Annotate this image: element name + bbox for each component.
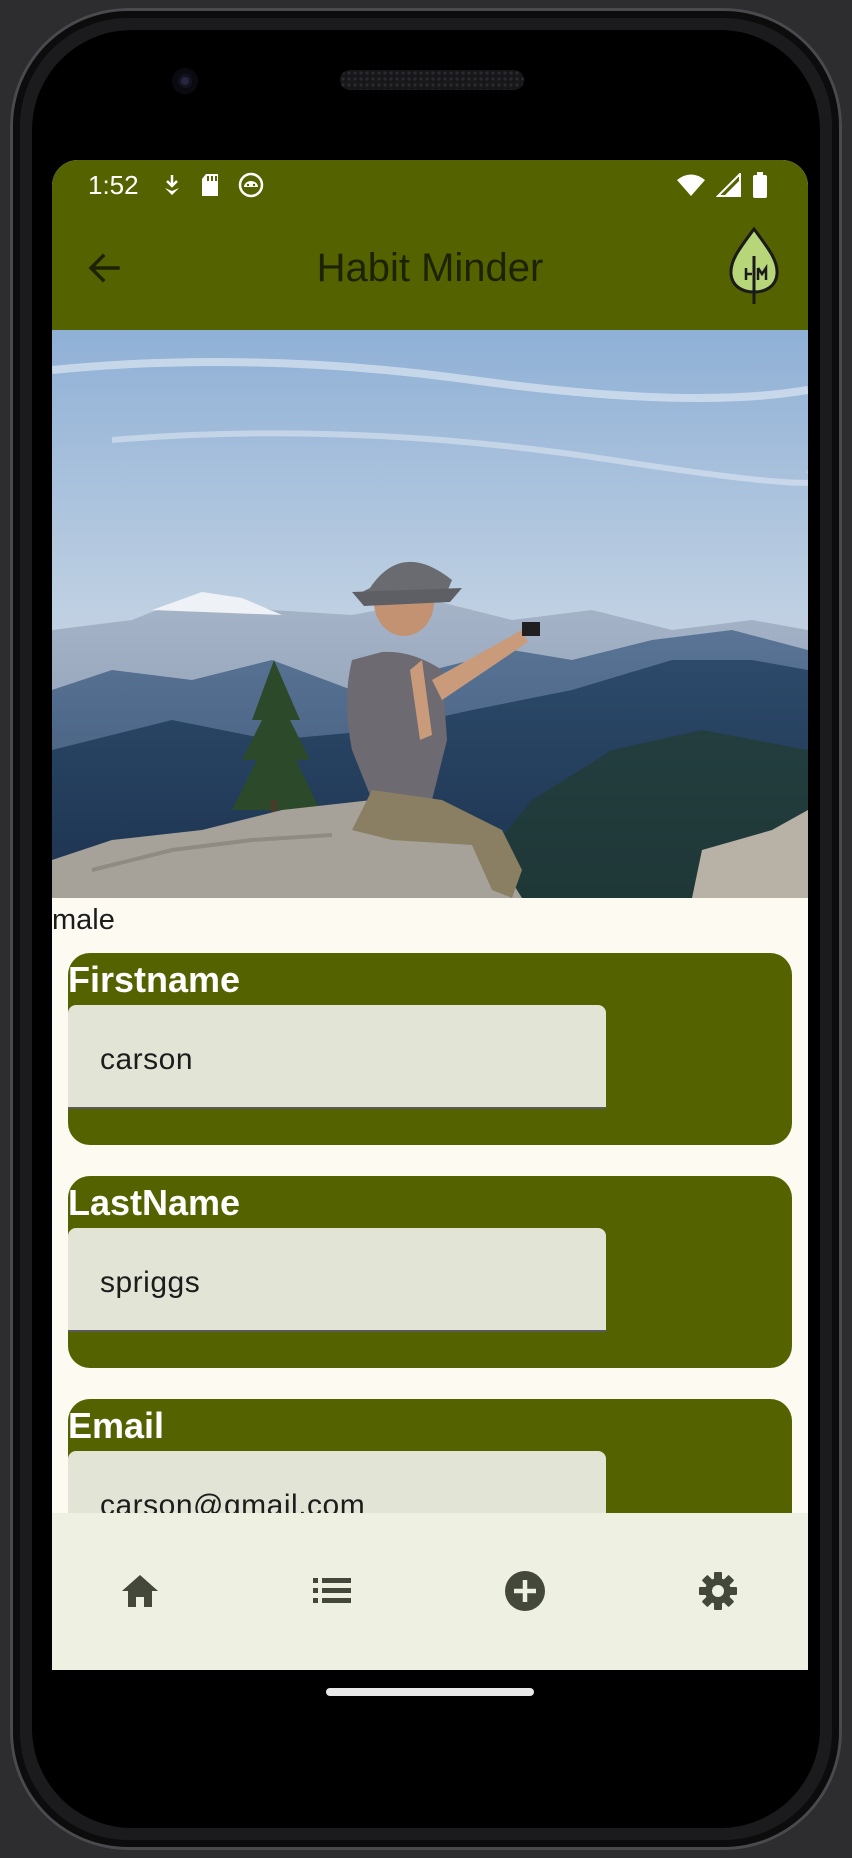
wifi-icon — [676, 173, 706, 202]
lastname-card: LastName spriggs — [68, 1176, 792, 1368]
email-label: Email — [68, 1405, 165, 1446]
earpiece-speaker — [340, 70, 524, 90]
profile-image — [52, 330, 808, 898]
app-title: Habit Minder — [316, 246, 544, 290]
app-bar: Habit Minder — [52, 210, 808, 330]
lastname-input[interactable]: spriggs — [68, 1228, 606, 1332]
bottom-navigation — [52, 1513, 808, 1670]
nav-add-button[interactable] — [501, 1569, 549, 1617]
download-status-icon — [162, 173, 182, 202]
battery-icon — [752, 172, 768, 203]
sd-card-icon — [200, 173, 220, 202]
settings-icon — [698, 1571, 738, 1616]
add-circle-icon — [504, 1570, 546, 1617]
cell-signal-icon — [715, 171, 742, 202]
lastname-label: LastName — [68, 1182, 241, 1223]
firstname-card: Firstname carson — [68, 953, 792, 1145]
status-icons-right — [676, 171, 768, 203]
android-debug-icon — [238, 172, 264, 203]
firstname-label: Firstname — [68, 959, 241, 1000]
status-time: 1:52 — [88, 170, 139, 200]
nav-home-button[interactable] — [116, 1569, 164, 1617]
firstname-input[interactable]: carson — [68, 1005, 606, 1109]
status-icons-left — [162, 172, 264, 203]
app-screen: 1:52 Habit Minder male Firstname carson … — [52, 160, 808, 1670]
status-bar: 1:52 — [52, 160, 808, 210]
nav-settings-button[interactable] — [694, 1569, 742, 1617]
list-icon — [313, 1577, 351, 1610]
nav-list-button[interactable] — [308, 1569, 356, 1617]
home-indicator[interactable] — [326, 1688, 534, 1696]
leaf-logo-icon — [726, 226, 782, 306]
front-camera — [172, 68, 198, 94]
gender-text: male — [52, 904, 115, 936]
home-icon — [120, 1573, 160, 1614]
